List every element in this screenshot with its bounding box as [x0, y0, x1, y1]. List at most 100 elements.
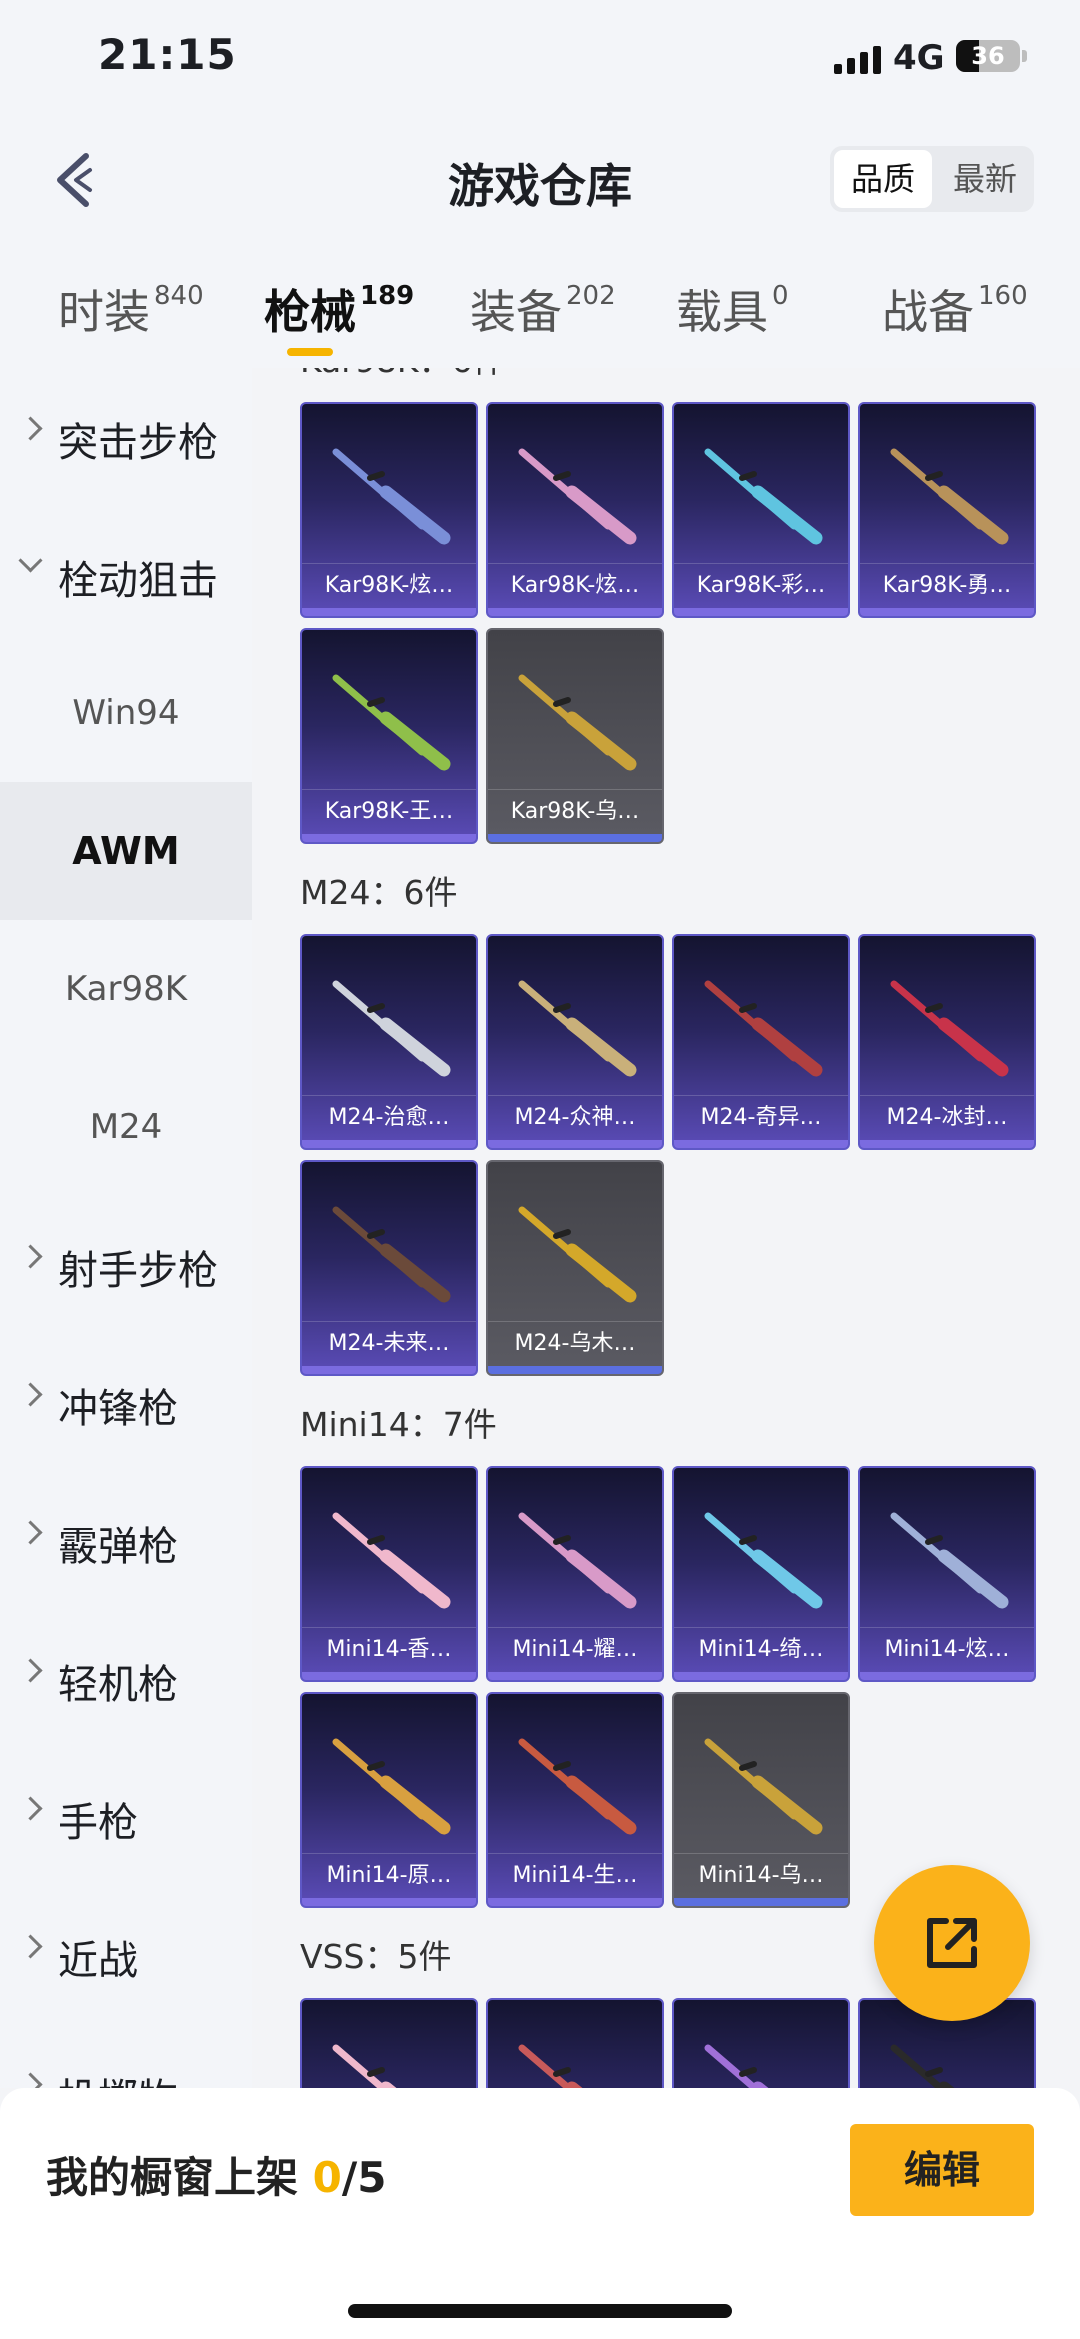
battery-level: 36 — [971, 42, 1005, 70]
category-tabs: 时装 840 枪械 189 装备 202 载具 0 战备 160 — [0, 240, 1080, 368]
rifle-icon — [332, 448, 451, 545]
rifle-icon — [890, 448, 1009, 545]
skin-card[interactable] — [486, 1998, 664, 2088]
skin-card[interactable]: M24-奇异… — [672, 934, 850, 1150]
rarity-strip — [488, 608, 662, 616]
edit-button[interactable]: 编辑 — [850, 2124, 1034, 2216]
tab-vehicles[interactable]: 载具 0 — [676, 276, 789, 342]
skin-name: Mini14-炫… — [860, 1627, 1034, 1672]
tab-label: 载具 — [676, 285, 768, 339]
rifle-icon — [704, 2044, 769, 2088]
chevron-right-icon — [18, 416, 43, 441]
skin-card[interactable]: Kar98K-王… — [300, 628, 478, 844]
tab-count: 189 — [360, 281, 415, 311]
chevron-right-icon — [18, 2072, 43, 2088]
tab-label: 时装 — [58, 285, 150, 339]
sidebar-item-shotgun[interactable]: 霰弹枪 — [0, 1472, 252, 1610]
skin-card[interactable] — [672, 1998, 850, 2088]
skin-card[interactable]: Mini14-绮… — [672, 1466, 850, 1682]
sidebar-item-label: 冲锋枪 — [58, 1386, 178, 1432]
chevron-right-icon — [18, 1934, 43, 1959]
tab-fashion[interactable]: 时装 840 — [58, 276, 204, 342]
sidebar-subitem-win94[interactable]: Win94 — [0, 644, 252, 782]
sidebar-item-throwables[interactable]: 投掷物 — [0, 2024, 252, 2088]
skin-card[interactable] — [300, 1998, 478, 2088]
rifle-icon — [518, 1512, 637, 1609]
status-time: 21:15 — [98, 30, 237, 79]
showcase-status: 我的橱窗上架 0/5 — [46, 2144, 386, 2205]
sidebar-item-melee[interactable]: 近战 — [0, 1886, 252, 2024]
rifle-icon — [518, 2044, 583, 2088]
skin-name: Mini14-原… — [302, 1853, 476, 1898]
showcase-label: 我的橱窗上架 — [46, 2153, 313, 2202]
sidebar-item-pistol[interactable]: 手枪 — [0, 1748, 252, 1886]
rifle-icon — [518, 980, 637, 1077]
skin-card[interactable]: Mini14-耀… — [486, 1466, 664, 1682]
section-title: Mini14：7件 — [300, 1405, 497, 1444]
skin-card[interactable]: M24-未来… — [300, 1160, 478, 1376]
sidebar-item-lmg[interactable]: 轻机枪 — [0, 1610, 252, 1748]
sort-option-newest[interactable]: 最新 — [936, 146, 1034, 212]
skin-card[interactable]: M24-冰封… — [858, 934, 1036, 1150]
skin-name: Kar98K-彩… — [674, 563, 848, 608]
chevron-right-icon — [18, 1520, 43, 1545]
section-title: Kar98K：6件 — [300, 368, 505, 382]
tab-count: 840 — [154, 281, 204, 311]
rarity-strip — [488, 1140, 662, 1148]
tab-equipment[interactable]: 装备 202 — [470, 276, 616, 342]
skin-card[interactable]: Kar98K-炫… — [486, 402, 664, 618]
rifle-icon — [890, 980, 1009, 1077]
share-button[interactable] — [874, 1865, 1030, 2021]
rifle-icon — [332, 1512, 451, 1609]
sidebar-item-dmr[interactable]: 射手步枪 — [0, 1196, 252, 1334]
skin-card[interactable]: M24-乌木… — [486, 1160, 664, 1376]
skin-name: Mini14-耀… — [488, 1627, 662, 1672]
sort-option-quality[interactable]: 品质 — [834, 150, 932, 208]
rarity-strip — [488, 1672, 662, 1680]
rarity-strip — [860, 1672, 1034, 1680]
sidebar-subitem-kar98k[interactable]: Kar98K — [0, 920, 252, 1058]
rifle-icon — [518, 1738, 637, 1835]
skin-name: Kar98K-炫… — [488, 563, 662, 608]
rarity-strip — [302, 1366, 476, 1374]
skin-card[interactable]: M24-治愈… — [300, 934, 478, 1150]
rarity-strip — [674, 1672, 848, 1680]
chevron-right-icon — [18, 1244, 43, 1269]
sidebar-item-assault-rifle[interactable]: 突击步枪 — [0, 368, 252, 506]
tab-label: 战备 — [882, 285, 974, 339]
sidebar-item-smg[interactable]: 冲锋枪 — [0, 1334, 252, 1472]
sidebar-item-label: 射手步枪 — [58, 1248, 218, 1294]
rarity-strip — [860, 608, 1034, 616]
sidebar-subitem-awm[interactable]: AWM — [0, 782, 252, 920]
sidebar-item-label: 近战 — [58, 1938, 138, 1984]
skin-card[interactable]: Mini14-生… — [486, 1692, 664, 1908]
rifle-icon — [332, 1206, 451, 1303]
chevron-right-icon — [18, 1382, 43, 1407]
skin-name: M24-众神… — [488, 1095, 662, 1140]
sidebar-subitem-m24[interactable]: M24 — [0, 1058, 252, 1196]
section-title: M24：6件 — [300, 873, 458, 912]
skin-card[interactable]: Kar98K-彩… — [672, 402, 850, 618]
skin-card[interactable]: Kar98K-勇… — [858, 402, 1036, 618]
skin-name: M24-未来… — [302, 1321, 476, 1366]
skin-card[interactable]: Mini14-原… — [300, 1692, 478, 1908]
sidebar-item-bolt-sniper[interactable]: 栓动狙击 — [0, 506, 252, 644]
tab-gear[interactable]: 战备 160 — [882, 276, 1028, 342]
skin-card[interactable]: Mini14-乌… — [672, 1692, 850, 1908]
showcase-count: 0 — [312, 2153, 342, 2202]
rarity-strip — [860, 1140, 1034, 1148]
section-title: VSS：5件 — [300, 1937, 452, 1976]
rarity-strip — [302, 608, 476, 616]
tab-count: 160 — [978, 281, 1028, 311]
rifle-icon — [332, 2044, 397, 2088]
skin-card[interactable]: Mini14-炫… — [858, 1466, 1036, 1682]
tab-firearms[interactable]: 枪械 189 — [264, 276, 414, 342]
skin-card[interactable]: Kar98K-炫… — [300, 402, 478, 618]
rarity-strip — [488, 1898, 662, 1906]
sort-toggle: 品质 最新 — [830, 146, 1034, 212]
skin-card[interactable]: Mini14-香… — [300, 1466, 478, 1682]
skin-name: Mini14-绮… — [674, 1627, 848, 1672]
rifle-icon — [332, 980, 451, 1077]
skin-card[interactable]: Kar98K-乌… — [486, 628, 664, 844]
skin-card[interactable]: M24-众神… — [486, 934, 664, 1150]
